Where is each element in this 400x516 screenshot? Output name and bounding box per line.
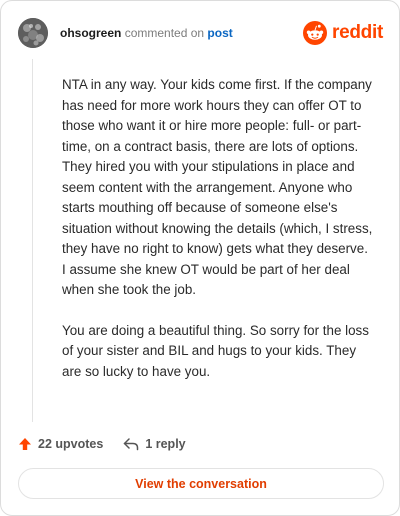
upvote-count: 22 upvotes	[38, 437, 104, 451]
comment-actions: 22 upvotes 1 reply	[18, 434, 186, 454]
reply-count: 1 reply	[145, 437, 186, 451]
comment-paragraph: You are doing a beautiful thing. So sorr…	[62, 322, 369, 379]
reply-button[interactable]: 1 reply	[123, 437, 186, 451]
embedded-comment-card: ohsogreen commented on post reddit NTA i…	[0, 0, 400, 516]
username-link[interactable]: ohsogreen	[60, 26, 121, 40]
action-text: commented on	[124, 26, 205, 40]
comment-meta: ohsogreen commented on post	[60, 18, 233, 48]
avatar[interactable]	[18, 18, 48, 48]
comment-body: NTA in any way. Your kids come first. If…	[62, 75, 374, 402]
upvote-button[interactable]: 22 upvotes	[18, 437, 103, 451]
reddit-logo-icon	[303, 21, 328, 45]
view-conversation-button[interactable]: View the conversation	[18, 468, 384, 499]
comment-paragraph: NTA in any way. Your kids come first. If…	[62, 77, 373, 297]
reddit-wordmark: reddit	[332, 22, 383, 43]
comment-header: ohsogreen commented on post reddit	[18, 18, 383, 48]
reply-arrow-icon	[124, 438, 139, 451]
thread-line	[32, 59, 33, 422]
avatar-image	[18, 18, 48, 48]
upvote-arrow-icon	[19, 438, 31, 450]
view-conversation-label: View the conversation	[135, 476, 267, 491]
post-link[interactable]: post	[207, 26, 232, 40]
reddit-brand[interactable]: reddit	[303, 21, 383, 45]
